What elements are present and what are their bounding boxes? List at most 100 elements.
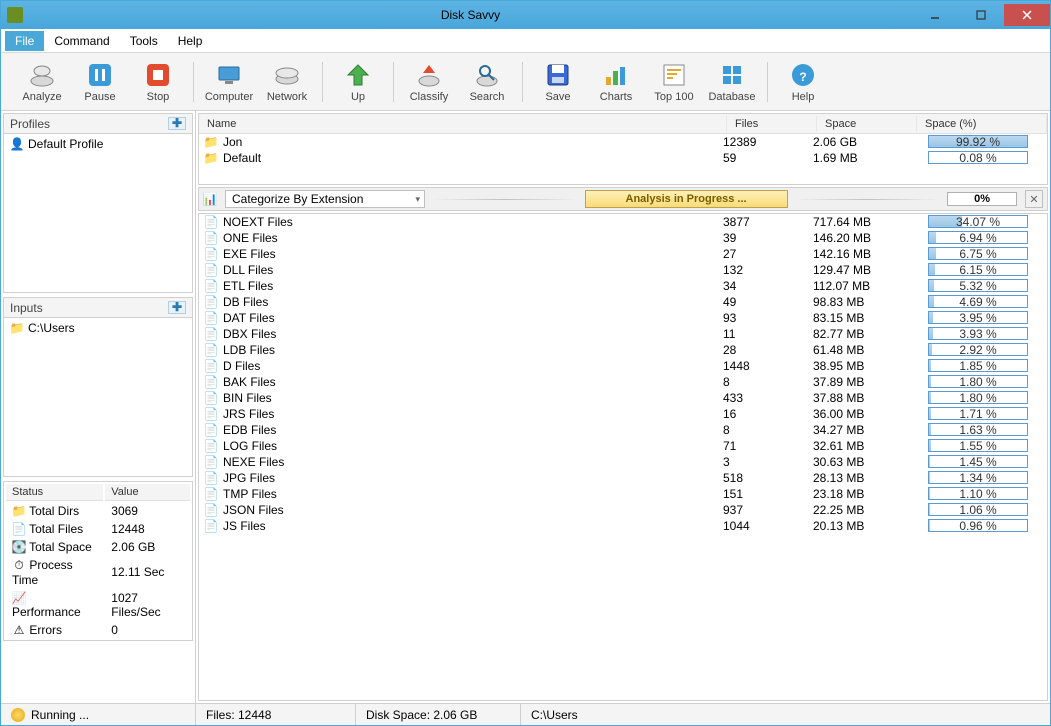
status-panel: StatusValue 📁 Total Dirs3069📄 Total File… xyxy=(3,481,193,641)
status-row-icon: 📈 xyxy=(12,591,26,605)
extension-row[interactable]: 📄EXE Files27142.16 MB6.75 % xyxy=(199,246,1047,262)
pause-icon xyxy=(86,61,114,89)
file-icon: 📄 xyxy=(203,311,219,325)
status-row-icon: 📄 xyxy=(12,522,26,536)
extension-row[interactable]: 📄TMP Files15123.18 MB1.10 % xyxy=(199,486,1047,502)
file-icon: 📄 xyxy=(203,487,219,501)
extension-row[interactable]: 📄ETL Files34112.07 MB5.32 % xyxy=(199,278,1047,294)
profiles-panel: Profiles ✚ 👤Default Profile xyxy=(3,113,193,293)
profiles-header: Profiles xyxy=(10,117,50,131)
toolbar-top100-button[interactable]: Top 100 xyxy=(645,57,703,107)
status-icon xyxy=(11,708,25,722)
extension-row[interactable]: 📄JPG Files51828.13 MB1.34 % xyxy=(199,470,1047,486)
toolbar-stop-button[interactable]: Stop xyxy=(129,57,187,107)
file-icon: 📄 xyxy=(203,215,219,229)
computer-icon xyxy=(215,61,243,89)
file-icon: 📄 xyxy=(203,375,219,389)
folder-col-pct[interactable]: Space (%) xyxy=(917,116,1047,132)
extension-row[interactable]: 📄DB Files4998.83 MB4.69 % xyxy=(199,294,1047,310)
file-icon: 📄 xyxy=(203,231,219,245)
file-icon: 📄 xyxy=(203,503,219,517)
extension-row[interactable]: 📄NEXE Files330.63 MB1.45 % xyxy=(199,454,1047,470)
folder-col-name[interactable]: Name xyxy=(199,116,727,132)
maximize-button[interactable] xyxy=(958,4,1004,26)
toolbar-save-button[interactable]: Save xyxy=(529,57,587,107)
menu-command[interactable]: Command xyxy=(44,31,119,51)
minimize-button[interactable] xyxy=(912,4,958,26)
charts-icon xyxy=(602,61,630,89)
folder-col-space[interactable]: Space xyxy=(817,116,917,132)
app-icon xyxy=(7,7,23,23)
toolbar-analyze-button[interactable]: Analyze xyxy=(13,57,71,107)
help-icon: ? xyxy=(789,61,817,89)
extension-row[interactable]: 📄EDB Files834.27 MB1.63 % xyxy=(199,422,1047,438)
toolbar-computer-button[interactable]: Computer xyxy=(200,57,258,107)
status-row-icon: ⚠ xyxy=(12,623,26,637)
status-files: Files: 12448 xyxy=(196,704,356,725)
add-input-button[interactable]: ✚ xyxy=(168,301,186,314)
cancel-analysis-button[interactable]: ✕ xyxy=(1025,190,1043,208)
folder-row[interactable]: 📁Jon123892.06 GB99.92 % xyxy=(199,134,1047,150)
profile-icon: 👤 xyxy=(10,137,24,151)
add-profile-button[interactable]: ✚ xyxy=(168,117,186,130)
profile-item[interactable]: 👤Default Profile xyxy=(6,136,190,152)
toolbar-search-button[interactable]: Search xyxy=(458,57,516,107)
extension-row[interactable]: 📄NOEXT Files3877717.64 MB34.07 % xyxy=(199,214,1047,230)
extension-row[interactable]: 📄LDB Files2861.48 MB2.92 % xyxy=(199,342,1047,358)
toolbar-pause-button[interactable]: Pause xyxy=(71,57,129,107)
toolbar-up-button[interactable]: Up xyxy=(329,57,387,107)
titlebar: Disk Savvy xyxy=(1,1,1050,29)
menu-file[interactable]: File xyxy=(5,31,44,51)
file-icon: 📄 xyxy=(203,263,219,277)
input-item[interactable]: 📁C:\Users xyxy=(6,320,190,336)
status-row: ⚠ Errors0 xyxy=(6,622,190,638)
svg-text:?: ? xyxy=(799,70,806,84)
file-icon: 📄 xyxy=(203,327,219,341)
close-button[interactable] xyxy=(1004,4,1050,26)
file-icon: 📄 xyxy=(203,407,219,421)
toolbar-network-button[interactable]: Network xyxy=(258,57,316,107)
status-row-icon: ⏱ xyxy=(12,559,26,573)
toolbar-database-button[interactable]: Database xyxy=(703,57,761,107)
extension-row[interactable]: 📄LOG Files7132.61 MB1.55 % xyxy=(199,438,1047,454)
extension-row[interactable]: 📄JSON Files93722.25 MB1.06 % xyxy=(199,502,1047,518)
file-icon: 📄 xyxy=(203,455,219,469)
file-icon: 📄 xyxy=(203,279,219,293)
toolbar-classify-button[interactable]: Classify xyxy=(400,57,458,107)
extension-row[interactable]: 📄DAT Files9383.15 MB3.95 % xyxy=(199,310,1047,326)
file-icon: 📄 xyxy=(203,247,219,261)
extension-row[interactable]: 📄DLL Files132129.47 MB6.15 % xyxy=(199,262,1047,278)
folder-icon: 📁 xyxy=(203,151,219,165)
status-row: 💽 Total Space2.06 GB xyxy=(6,539,190,555)
status-diskspace: Disk Space: 2.06 GB xyxy=(356,704,521,725)
categorize-dropdown[interactable]: Categorize By Extension xyxy=(225,190,425,208)
menu-tools[interactable]: Tools xyxy=(120,31,168,51)
file-icon: 📄 xyxy=(203,519,219,533)
toolbar-charts-button[interactable]: Charts xyxy=(587,57,645,107)
extension-row[interactable]: 📄ONE Files39146.20 MB6.94 % xyxy=(199,230,1047,246)
status-row-icon: 📁 xyxy=(12,504,26,518)
menu-help[interactable]: Help xyxy=(168,31,213,51)
file-icon: 📄 xyxy=(203,295,219,309)
status-row: 📈 Performance1027 Files/Sec xyxy=(6,590,190,620)
classify-icon xyxy=(415,61,443,89)
extension-row[interactable]: 📄JRS Files1636.00 MB1.71 % xyxy=(199,406,1047,422)
extension-row[interactable]: 📄DBX Files1182.77 MB3.93 % xyxy=(199,326,1047,342)
folder-col-files[interactable]: Files xyxy=(727,116,817,132)
file-icon: 📄 xyxy=(203,423,219,437)
folder-icon: 📁 xyxy=(203,135,219,149)
status-row: 📁 Total Dirs3069 xyxy=(6,503,190,519)
top100-icon xyxy=(660,61,688,89)
window-title: Disk Savvy xyxy=(29,8,912,22)
folder-row[interactable]: 📁Default591.69 MB0.08 % xyxy=(199,150,1047,166)
extension-row[interactable]: 📄BIN Files43337.88 MB1.80 % xyxy=(199,390,1047,406)
extension-list: 📄NOEXT Files3877717.64 MB34.07 %📄ONE Fil… xyxy=(198,213,1048,701)
categorize-bar: 📊 Categorize By Extension Analysis in Pr… xyxy=(198,187,1048,211)
toolbar-help-button[interactable]: ?Help xyxy=(774,57,832,107)
extension-row[interactable]: 📄JS Files104420.13 MB0.96 % xyxy=(199,518,1047,534)
file-icon: 📄 xyxy=(203,439,219,453)
extension-row[interactable]: 📄BAK Files837.89 MB1.80 % xyxy=(199,374,1047,390)
network-icon xyxy=(273,61,301,89)
extension-row[interactable]: 📄D Files144838.95 MB1.85 % xyxy=(199,358,1047,374)
analyze-icon xyxy=(28,61,56,89)
